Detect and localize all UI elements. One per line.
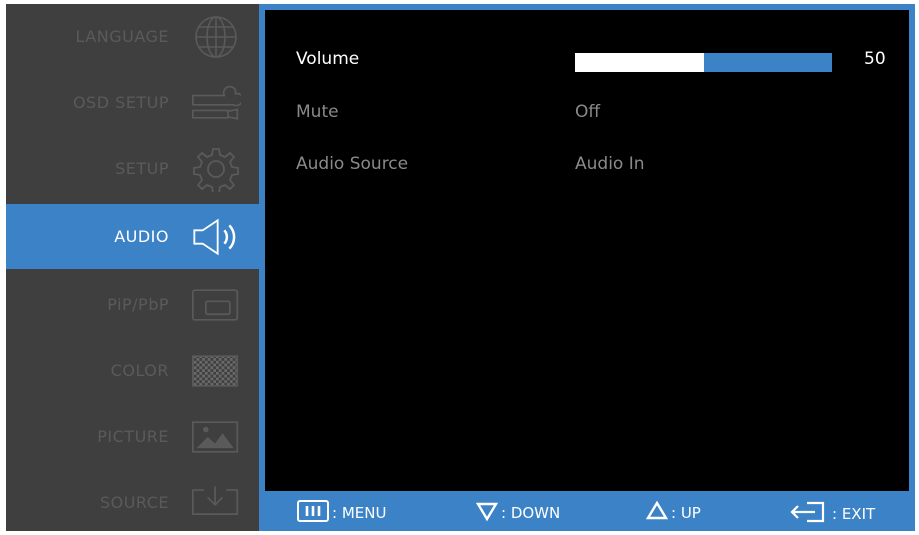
speaker-icon [191,217,241,257]
volume-slider-fill [575,53,704,72]
exit-icon [787,500,829,528]
mute-value: Off [575,102,601,122]
menu-button-icon [297,500,329,526]
mute-label: Mute [296,102,339,122]
control-hints-bar: : MENU : DOWN : UP: EXIT [259,491,915,531]
sidebar-item-label: SOURCE [99,493,169,512]
exit-hint-label: : EXIT [832,505,876,523]
sidebar-item-osd-setup[interactable]: OSD SETUP [6,70,259,135]
sidebar-item-language[interactable]: LANGUAGE [6,4,259,69]
sidebar-item-audio[interactable]: AUDIO [6,204,259,269]
audio-source-row[interactable]: Audio Source Audio In [296,150,896,180]
mute-row[interactable]: Mute Off [296,98,896,128]
sidebar-item-source[interactable]: SOURCE [6,470,259,535]
sidebar-item-setup[interactable]: SETUP [6,136,259,201]
sidebar-item-label: AUDIO [114,227,169,246]
menu-hint-label: : MENU [332,504,387,522]
globe-icon [191,15,241,58]
color-pattern-icon [191,351,241,391]
audio-source-value: Audio In [575,154,645,174]
sidebar-item-label: PICTURE [97,427,169,446]
down-arrow-icon [475,500,499,526]
sidebar-menu: LANGUAGE OSD SETUP SETUP AUDIO PiP/PbP C… [6,4,259,531]
sidebar-item-color[interactable]: COLOR [6,338,259,403]
pip-icon [191,285,241,325]
volume-label: Volume [296,49,360,69]
osd-window: LANGUAGE OSD SETUP SETUP AUDIO PiP/PbP C… [6,4,915,531]
volume-value: 50 [864,49,886,69]
volume-slider[interactable] [575,53,832,72]
menu-hint: : MENU [297,500,386,526]
sidebar-item-pip-pbp[interactable]: PiP/PbP [6,272,259,337]
input-source-icon [191,483,241,523]
gear-icon [191,147,241,192]
exit-hint: : EXIT [787,500,875,528]
sidebar-item-label: PiP/PbP [107,295,169,314]
sidebar-item-label: SETUP [115,159,169,178]
sidebar-item-picture[interactable]: PICTURE [6,404,259,469]
volume-row[interactable]: Volume 50 [296,45,896,75]
down-hint: : DOWN [475,500,561,526]
settings-content: Volume 50 Mute Off Audio Source Audio In [265,10,909,491]
down-hint-label: : DOWN [501,504,561,522]
up-hint-label: : UP [671,504,701,522]
picture-icon [191,417,241,457]
tools-icon [191,83,241,123]
up-hint: : UP [645,500,701,526]
sidebar-item-label: LANGUAGE [75,27,169,46]
sidebar-item-label: COLOR [110,361,169,380]
audio-panel: Volume 50 Mute Off Audio Source Audio In [259,4,915,531]
sidebar-item-label: OSD SETUP [72,93,169,112]
audio-source-label: Audio Source [296,154,409,174]
up-arrow-icon [645,500,669,526]
